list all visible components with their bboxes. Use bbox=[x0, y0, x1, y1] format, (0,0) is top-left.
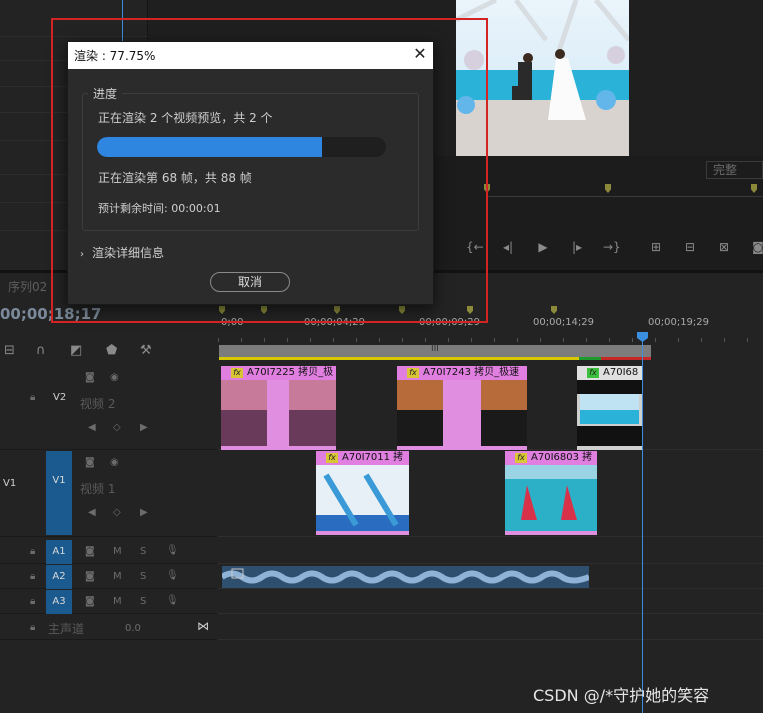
watermark: CSDN @/*守护她的笑容 bbox=[533, 686, 710, 705]
wrench-icon[interactable]: ⚒ bbox=[140, 343, 152, 358]
timeline-tools: ⊟ ∩ ◩ ⬟ ⚒ bbox=[0, 340, 217, 362]
mic-icon[interactable]: 🎙︎ bbox=[166, 545, 179, 556]
video-clip[interactable]: A70I7011 拷 fx bbox=[316, 451, 409, 535]
solo-button[interactable]: S bbox=[140, 546, 146, 557]
camera-icon[interactable]: ◙ bbox=[85, 372, 95, 383]
step-back-icon[interactable]: ◂| bbox=[500, 240, 516, 254]
insert-icon[interactable]: ⊠ bbox=[716, 240, 732, 254]
track-label: 视频 2 bbox=[80, 397, 116, 411]
clip-thumbnail bbox=[505, 465, 597, 531]
sync-lock-icon[interactable]: ◙ bbox=[85, 546, 95, 557]
track-area-master[interactable] bbox=[218, 615, 763, 640]
audio-clip[interactable] bbox=[222, 566, 589, 588]
track-header-master[interactable]: 🔒︎ 主声道 0.0 ⋈ bbox=[0, 615, 217, 640]
track-area-v1[interactable] bbox=[218, 451, 763, 537]
sync-lock-icon[interactable]: ◙ bbox=[85, 596, 95, 607]
track-area-a3[interactable] bbox=[218, 590, 763, 614]
lock-icon[interactable]: 🔒︎ bbox=[30, 392, 35, 403]
track-id: V2 bbox=[53, 392, 67, 403]
next-keyframe-icon[interactable]: ▶ bbox=[140, 507, 148, 518]
bowtie-icon[interactable]: ⋈ bbox=[197, 619, 209, 633]
lock-icon[interactable]: 🔒︎ bbox=[30, 546, 35, 557]
clip-thumbnail bbox=[577, 380, 642, 446]
keyframe-icon[interactable]: ◇ bbox=[113, 507, 121, 518]
track-target-v1[interactable]: V1 bbox=[46, 451, 72, 535]
render-bar-unrendered bbox=[219, 357, 579, 360]
render-bar-needs-render bbox=[601, 357, 651, 360]
fx-badge: fx bbox=[407, 368, 419, 378]
go-to-out-icon[interactable]: →} bbox=[603, 240, 621, 254]
add-marker-icon[interactable]: ⬟ bbox=[106, 343, 117, 358]
solo-button[interactable]: S bbox=[140, 596, 146, 607]
prev-keyframe-icon[interactable]: ◀ bbox=[88, 507, 96, 518]
nest-icon[interactable]: ⊟ bbox=[4, 343, 15, 358]
track-header-v2[interactable]: 🔒︎ V2 ◙ ◉ 视频 2 ◀ ◇ ▶ bbox=[0, 366, 217, 450]
lock-icon[interactable]: 🔒︎ bbox=[30, 622, 35, 633]
eye-icon[interactable]: ◉ bbox=[110, 457, 119, 468]
camera-icon[interactable]: ◙ bbox=[85, 457, 95, 468]
work-area-bar[interactable]: III bbox=[219, 344, 651, 357]
fx-badge: fx bbox=[587, 368, 599, 378]
solo-button[interactable]: S bbox=[140, 571, 146, 582]
lock-icon[interactable]: 🔒︎ bbox=[30, 571, 35, 582]
track-header-a1[interactable]: 🔒︎ A1 ◙ M S 🎙︎ bbox=[0, 540, 217, 564]
mic-icon[interactable]: 🎙︎ bbox=[166, 570, 179, 581]
playhead-line[interactable] bbox=[642, 332, 643, 713]
annotation-highlight-box bbox=[51, 18, 488, 323]
play-icon[interactable]: ▶ bbox=[535, 240, 551, 254]
fit-dropdown[interactable]: 完整 bbox=[706, 161, 763, 179]
extract-icon[interactable]: ⊟ bbox=[682, 240, 698, 254]
track-target-a1[interactable]: A1 bbox=[46, 540, 72, 564]
master-volume[interactable]: 0.0 bbox=[125, 623, 141, 634]
marker-icon[interactable] bbox=[551, 306, 557, 314]
mic-icon[interactable]: 🎙︎ bbox=[166, 595, 179, 606]
mute-button[interactable]: M bbox=[113, 596, 122, 607]
eye-icon[interactable]: ◉ bbox=[110, 372, 119, 383]
camera-icon[interactable]: ◙ bbox=[750, 240, 763, 254]
lock-icon[interactable]: 🔒︎ bbox=[30, 596, 35, 607]
fx-badge: fx bbox=[326, 453, 338, 463]
mute-button[interactable]: M bbox=[113, 571, 122, 582]
track-header-a2[interactable]: 🔒︎ A2 ◙ M S 🎙︎ bbox=[0, 565, 217, 589]
video-clip[interactable]: A70I7225 拷贝_极 fx bbox=[221, 366, 336, 450]
track-label: 视频 1 bbox=[80, 482, 116, 496]
step-forward-icon[interactable]: |▸ bbox=[569, 240, 585, 254]
sync-lock-icon[interactable]: ◙ bbox=[85, 571, 95, 582]
monitor-mini-ruler[interactable] bbox=[486, 196, 763, 197]
video-clip[interactable]: A70I7243 拷贝_极速 fx bbox=[397, 366, 527, 450]
ruler-label: 00;00;14;29 bbox=[533, 317, 595, 328]
track-header-v1[interactable]: V1 V1 ◙ ◉ 视频 1 ◀ ◇ ▶ bbox=[0, 451, 217, 537]
next-keyframe-icon[interactable]: ▶ bbox=[140, 422, 148, 433]
clip-thumbnail bbox=[221, 380, 336, 446]
linked-selection-icon[interactable]: ◩ bbox=[70, 343, 82, 358]
lift-icon[interactable]: ⊞ bbox=[648, 240, 664, 254]
source-patch[interactable]: V1 bbox=[3, 478, 16, 489]
render-bar-rendered bbox=[579, 357, 601, 360]
master-label: 主声道 bbox=[48, 622, 85, 636]
mute-button[interactable]: M bbox=[113, 546, 122, 557]
sequence-tab[interactable]: 序列02 bbox=[8, 278, 47, 295]
ruler-label: 00;00;19;29 bbox=[648, 317, 710, 328]
keyframe-icon[interactable]: ◇ bbox=[113, 422, 121, 433]
track-target-a2[interactable]: A2 bbox=[46, 565, 72, 589]
video-clip[interactable]: A70I6803 拷 fx bbox=[505, 451, 597, 535]
track-header-a3[interactable]: 🔒︎ A3 ◙ M S 🎙︎ bbox=[0, 590, 217, 614]
fx-badge: fx bbox=[515, 453, 527, 463]
prev-keyframe-icon[interactable]: ◀ bbox=[88, 422, 96, 433]
clip-thumbnail bbox=[316, 465, 409, 531]
video-clip[interactable]: A70I68 fx bbox=[577, 366, 642, 450]
track-target-a3[interactable]: A3 bbox=[46, 590, 72, 614]
snap-icon[interactable]: ∩ bbox=[36, 343, 46, 358]
fx-badge: fx bbox=[231, 368, 243, 378]
track-area-a1[interactable] bbox=[218, 540, 763, 564]
clip-thumbnail bbox=[397, 380, 527, 446]
